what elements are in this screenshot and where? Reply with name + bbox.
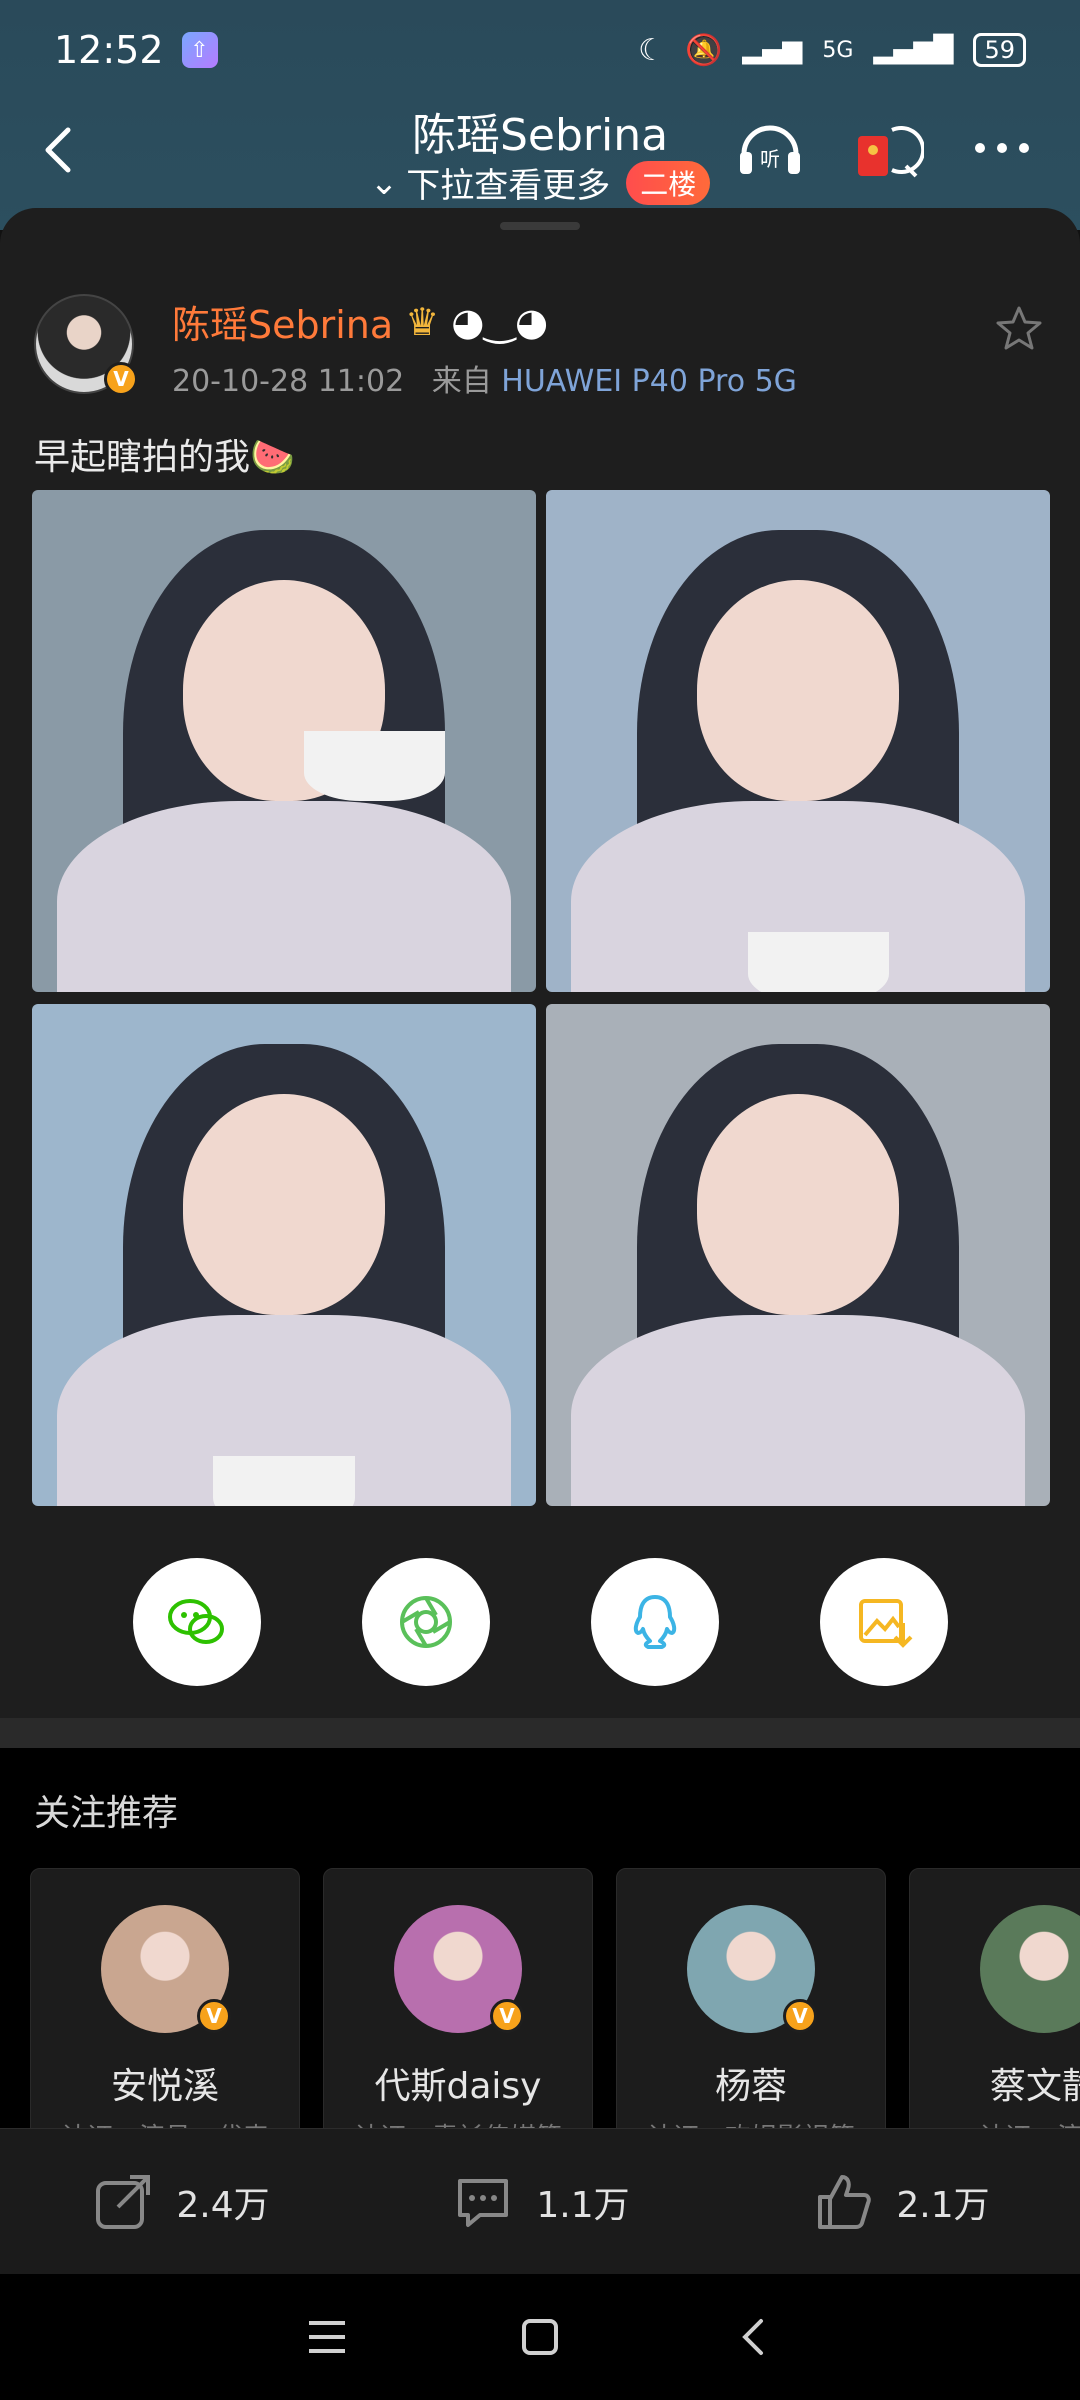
menu-button[interactable]	[297, 2307, 357, 2367]
system-back-button[interactable]	[723, 2307, 783, 2367]
top-header: 12:52 ⇧ ☾ 🔕 ▂▄▆ 5G ▂▄▆█ 59 陈瑶Sebrina ⌄ 下…	[0, 0, 1080, 230]
like-count: 2.1万	[896, 2184, 990, 2226]
app-notification-icon: ⇧	[181, 32, 218, 68]
more-dots-icon	[975, 143, 1029, 153]
post-meta: 20-10-28 11:02 来自 HUAWEI P40 Pro 5G	[172, 356, 797, 400]
verified-badge: V	[104, 362, 138, 396]
moments-icon	[400, 1596, 452, 1648]
system-nav-bar	[0, 2274, 1080, 2400]
svg-text:听: 听	[760, 147, 780, 171]
listen-button[interactable]: 听	[732, 110, 808, 186]
more-button[interactable]	[964, 110, 1040, 186]
menu-icon	[308, 2321, 345, 2353]
repost-icon	[96, 2174, 151, 2229]
recommend-desc: 认证：青衫传媒签	[324, 2117, 592, 2128]
recommend-desc: 认证：演员、代表	[31, 2117, 299, 2128]
share-row	[0, 1558, 1080, 1688]
author-name: 陈瑶Sebrina	[172, 303, 394, 347]
action-bar: 2.4万 1.1万 2.1万	[0, 2128, 1080, 2274]
photo-3[interactable]	[32, 1004, 536, 1506]
recommend-card[interactable]: V 代斯daisy 认证：青衫传媒签	[323, 1868, 593, 2128]
recommend-card[interactable]: V 杨蓉 认证：欢娱影视签	[616, 1868, 886, 2128]
comment-button[interactable]: 1.1万	[360, 2169, 720, 2235]
recommend-title: 关注推荐	[34, 1793, 179, 1834]
headphones-icon: 听	[740, 125, 800, 174]
mute-icon: 🔕	[685, 32, 723, 68]
section-divider	[0, 1718, 1080, 1748]
post-card: V 陈瑶Sebrina ♛ ◕‿◕ 20-10-28 11:02 来自 HUAW…	[0, 208, 1080, 1718]
recommend-name: 安悦溪	[110, 2066, 219, 2107]
photo-4[interactable]	[546, 1004, 1050, 1506]
comment-icon	[458, 2178, 509, 2227]
photo-2[interactable]	[546, 490, 1050, 992]
save-image-button[interactable]	[820, 1558, 948, 1686]
battery-indicator: 59	[973, 33, 1026, 67]
recommend-name: 蔡文静	[989, 2066, 1080, 2107]
source-prefix: 来自	[431, 364, 492, 399]
share-wechat-button[interactable]	[133, 1558, 261, 1686]
back-arrow-icon	[742, 2319, 764, 2355]
verified-badge: V	[783, 1999, 817, 2033]
verified-badge: V	[490, 1999, 524, 2033]
home-square-icon	[521, 2319, 558, 2355]
recommend-list: V 安悦溪 认证：演员、代表 V 代斯daisy 认证：青衫传媒签 V 杨蓉 认…	[30, 1868, 1080, 2128]
drag-handle[interactable]	[500, 222, 580, 230]
network-type: 5G	[822, 37, 854, 63]
save-image-icon	[859, 1599, 913, 1648]
thumbs-up-icon	[818, 2174, 872, 2229]
recommend-card[interactable]: V 安悦溪 认证：演员、代表	[30, 1868, 300, 2128]
signal-icon-2: ▂▄▆█	[873, 35, 954, 65]
recommend-avatar	[980, 1905, 1080, 2033]
photo-grid	[32, 490, 1050, 1506]
verified-badge: V	[197, 1999, 231, 2033]
star-icon	[996, 306, 1042, 350]
signal-icon: ▂▄▆	[742, 35, 803, 65]
crown-icon: ♛	[405, 299, 440, 344]
qq-icon	[633, 1595, 677, 1649]
panda-icon: ◕‿◕	[451, 299, 549, 344]
post-text: 早起瞎拍的我🍉	[34, 437, 295, 478]
red-packet-icon	[858, 126, 924, 178]
like-button[interactable]: 2.1万	[720, 2169, 1080, 2235]
favorite-button[interactable]	[994, 304, 1044, 354]
chevron-down-icon: ⌄	[369, 162, 399, 203]
author-row: V 陈瑶Sebrina ♛ ◕‿◕ 20-10-28 11:02 来自 HUAW…	[34, 294, 1044, 404]
post-device[interactable]: HUAWEI P40 Pro 5G	[501, 364, 797, 399]
repost-count: 2.4万	[176, 2184, 270, 2226]
repost-button[interactable]: 2.4万	[0, 2169, 360, 2235]
recommend-desc: 认证：欢娱影视签	[617, 2117, 885, 2128]
recommend-card[interactable]: 蔡文静 认证：演员	[909, 1868, 1080, 2128]
red-packet-button[interactable]	[848, 110, 924, 186]
home-button[interactable]	[510, 2307, 570, 2367]
author-name-row[interactable]: 陈瑶Sebrina ♛ ◕‿◕	[172, 294, 548, 349]
recommend-section: 关注推荐 V 安悦溪 认证：演员、代表 V 代斯daisy 认证：青衫传媒签 V…	[0, 1748, 1080, 2128]
status-bar: 12:52 ⇧ ☾ 🔕 ▂▄▆ 5G ▂▄▆█ 59	[0, 0, 1080, 100]
comment-count: 1.1万	[536, 2184, 630, 2226]
moon-icon: ☾	[638, 32, 666, 68]
recommend-name: 杨蓉	[714, 2066, 787, 2107]
photo-1[interactable]	[32, 490, 536, 992]
share-qq-button[interactable]	[591, 1558, 719, 1686]
recommend-name: 代斯daisy	[374, 2066, 542, 2107]
status-time: 12:52	[54, 28, 164, 72]
share-moments-button[interactable]	[362, 1558, 490, 1686]
wechat-icon	[168, 1599, 224, 1644]
second-floor-badge: 二楼	[626, 160, 711, 205]
post-date: 20-10-28 11:02	[172, 364, 405, 399]
recommend-desc: 认证：演员	[910, 2117, 1080, 2128]
pull-down-label: 下拉查看更多	[406, 166, 611, 206]
